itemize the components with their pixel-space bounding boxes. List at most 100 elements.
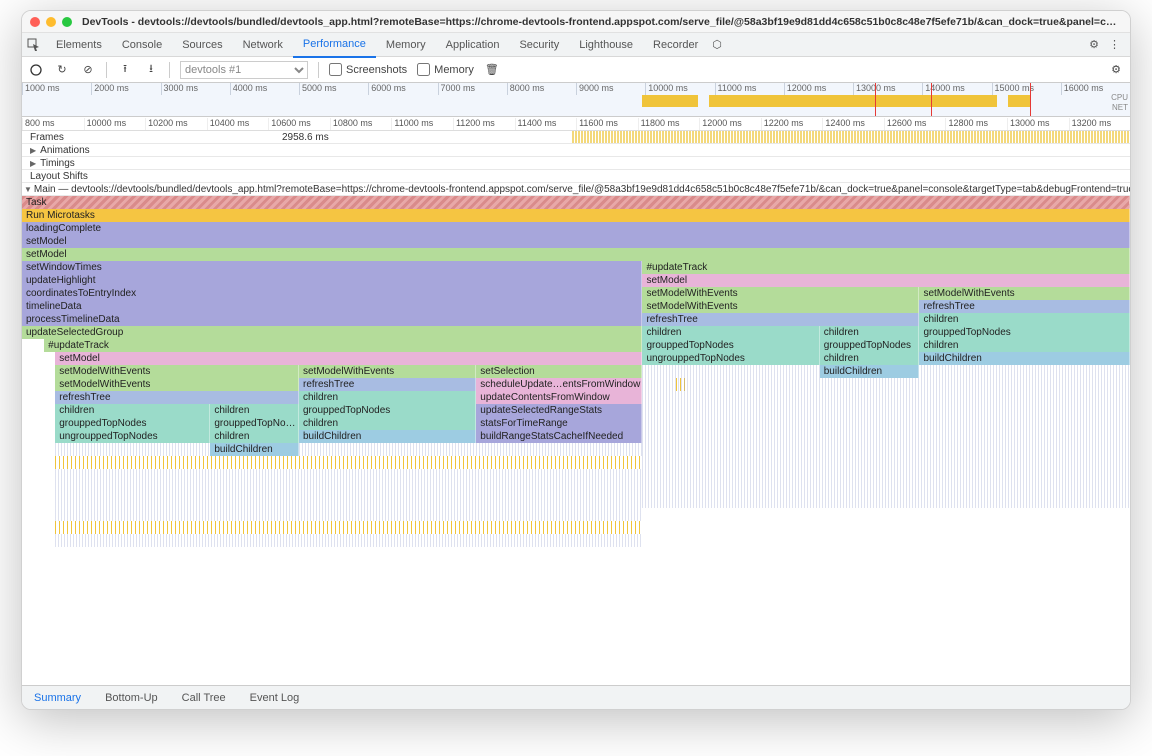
zoom-icon[interactable] xyxy=(62,17,72,27)
flame-refresh-r[interactable]: refreshTree xyxy=(919,300,1130,313)
flame-updateselected[interactable]: updateSelectedGroup xyxy=(22,326,642,339)
flame-buildchildren-r[interactable]: buildChildren xyxy=(919,352,1130,365)
flame-timelinedata[interactable]: timelineData xyxy=(22,300,642,313)
traffic-lights xyxy=(30,17,72,27)
btab-calltree[interactable]: Call Tree xyxy=(170,686,238,710)
flame-refreshtree2[interactable]: refreshTree xyxy=(299,378,476,391)
flame-groupped-r3[interactable]: grouppedTopNodes xyxy=(820,339,920,352)
perf-toolbar: ↻ ⊘ ⭱ ⭳ devtools #1 Screenshots Memory 🗑… xyxy=(22,57,1130,83)
flame-setmodel3[interactable]: setModel xyxy=(55,352,642,365)
tab-recorder-badge[interactable]: ⬡ xyxy=(708,33,726,57)
flame-setmodel-r[interactable]: setModel xyxy=(642,274,1130,287)
flame-microtasks[interactable]: Run Microtasks xyxy=(22,209,1130,222)
flame-children-r4[interactable]: children xyxy=(919,339,1130,352)
close-icon[interactable] xyxy=(30,17,40,27)
load-icon[interactable]: ⭱ xyxy=(117,62,133,78)
record-icon[interactable] xyxy=(28,62,44,78)
memory-checkbox[interactable]: Memory xyxy=(417,63,474,76)
tab-console[interactable]: Console xyxy=(112,33,172,57)
flame-groupped-r[interactable]: grouppedTopNodes xyxy=(919,326,1130,339)
screenshots-checkbox[interactable]: Screenshots xyxy=(329,63,407,76)
minimize-icon[interactable] xyxy=(46,17,56,27)
panel-tabbar: Elements Console Sources Network Perform… xyxy=(22,33,1130,57)
net-label: NET xyxy=(1111,103,1128,113)
inspect-element-icon[interactable] xyxy=(22,38,46,52)
reload-icon[interactable]: ↻ xyxy=(54,62,70,78)
flame-smwe3[interactable]: setModelWithEvents xyxy=(55,378,299,391)
flame-ucfw[interactable]: updateContentsFromWindow xyxy=(476,391,642,404)
more-icon[interactable]: ⋮ xyxy=(1109,38,1120,51)
btab-summary[interactable]: Summary xyxy=(22,686,93,710)
flame-loadingcomplete[interactable]: loadingComplete xyxy=(22,222,1130,235)
flame-updatehighlight[interactable]: updateHighlight xyxy=(22,274,642,287)
flame-updatetrack[interactable]: #updateTrack xyxy=(44,339,642,352)
flame-setselection[interactable]: setSelection xyxy=(476,365,642,378)
flame-children2[interactable]: children xyxy=(299,391,476,404)
tab-security[interactable]: Security xyxy=(509,33,569,57)
panel-settings-icon[interactable]: ⚙ xyxy=(1108,62,1124,78)
flame-smwe-r3[interactable]: setModelWithEvents xyxy=(642,300,919,313)
btab-eventlog[interactable]: Event Log xyxy=(238,686,312,710)
flame-refresh-r2[interactable]: refreshTree xyxy=(642,313,919,326)
tab-recorder[interactable]: Recorder xyxy=(643,33,708,57)
main-thread-header[interactable]: ▼Main — devtools://devtools/bundled/devt… xyxy=(22,183,1130,196)
flame-groupped-r2[interactable]: grouppedTopNodes xyxy=(642,339,819,352)
flame-children3[interactable]: children xyxy=(299,417,476,430)
flame-groupped2[interactable]: grouppedTopNodes xyxy=(299,404,476,417)
flame-setwindowtimes[interactable]: setWindowTimes xyxy=(22,261,642,274)
flame-coords[interactable]: coordinatesToEntryIndex xyxy=(22,287,642,300)
flame-children1c[interactable]: children xyxy=(210,430,299,443)
tab-application[interactable]: Application xyxy=(436,33,510,57)
flame-ungroupped[interactable]: ungrouppedTopNodes xyxy=(55,430,210,443)
flame-buildchildren-r2[interactable]: buildChildren xyxy=(820,365,920,378)
flame-groupped1b[interactable]: grouppedTopNodes xyxy=(210,417,299,430)
flame-sftr[interactable]: statsForTimeRange xyxy=(476,417,642,430)
tab-memory[interactable]: Memory xyxy=(376,33,436,57)
flame-children[interactable]: children xyxy=(55,404,210,417)
flame-updatetrack-r[interactable]: #updateTrack xyxy=(642,261,1130,274)
tab-performance[interactable]: Performance xyxy=(293,32,376,58)
cpu-label: CPU xyxy=(1111,93,1128,103)
flame-children-r[interactable]: children xyxy=(919,313,1130,326)
overview-ruler: 1000 ms2000 ms3000 ms4000 ms 5000 ms6000… xyxy=(22,83,1130,95)
tab-sources[interactable]: Sources xyxy=(172,33,232,57)
session-select[interactable]: devtools #1 xyxy=(180,61,308,79)
timeline-overview[interactable]: 1000 ms2000 ms3000 ms4000 ms 5000 ms6000… xyxy=(22,83,1130,117)
flame-schedule[interactable]: scheduleUpdate…entsFromWindow xyxy=(476,378,642,391)
flame-children-r3[interactable]: children xyxy=(820,326,920,339)
flame-setmodel[interactable]: setModel xyxy=(22,235,1130,248)
flame-buildchildren2[interactable]: buildChildren xyxy=(299,430,476,443)
flame-setmodel2[interactable]: setModel xyxy=(22,248,1130,261)
flame-process[interactable]: processTimelineData xyxy=(22,313,642,326)
flame-usrs[interactable]: updateSelectedRangeStats xyxy=(476,404,642,417)
flame-ungroupped-r[interactable]: ungrouppedTopNodes xyxy=(642,352,819,365)
tab-lighthouse[interactable]: Lighthouse xyxy=(569,33,643,57)
devtools-window: DevTools - devtools://devtools/bundled/d… xyxy=(21,10,1131,710)
settings-icon[interactable]: ⚙ xyxy=(1089,38,1099,51)
detail-ruler[interactable]: 800 ms10000 ms10200 ms10400 ms 10600 ms1… xyxy=(22,117,1130,131)
save-icon[interactable]: ⭳ xyxy=(143,62,159,78)
gc-icon[interactable]: 🗑 xyxy=(484,62,500,78)
flame-groupped[interactable]: grouppedTopNodes xyxy=(55,417,210,430)
layout-shifts-track[interactable]: Layout Shifts xyxy=(22,170,1130,183)
flame-chart[interactable]: Task Run Microtasks loadingComplete setM… xyxy=(22,196,1130,547)
flame-task[interactable]: Task xyxy=(22,196,1130,209)
flame-brscin[interactable]: buildRangeStatsCacheIfNeeded xyxy=(476,430,642,443)
frames-track[interactable]: Frames 2958.6 ms xyxy=(22,131,1130,144)
btab-bottomup[interactable]: Bottom-Up xyxy=(93,686,170,710)
flame-smwe-r2[interactable]: setModelWithEvents xyxy=(919,287,1130,300)
flame-smwe-r1[interactable]: setModelWithEvents xyxy=(642,287,919,300)
clear-icon[interactable]: ⊘ xyxy=(80,62,96,78)
flame-buildchildren[interactable]: buildChildren xyxy=(210,443,299,456)
flame-refreshtree[interactable]: refreshTree xyxy=(55,391,299,404)
flame-children1b[interactable]: children xyxy=(210,404,299,417)
flame-children-r2[interactable]: children xyxy=(642,326,819,339)
flame-smwe2[interactable]: setModelWithEvents xyxy=(299,365,476,378)
tab-elements[interactable]: Elements xyxy=(46,33,112,57)
timings-track[interactable]: ▶Timings xyxy=(22,157,1130,170)
tab-network[interactable]: Network xyxy=(233,33,293,57)
animations-track[interactable]: ▶Animations xyxy=(22,144,1130,157)
flame-smwe1[interactable]: setModelWithEvents xyxy=(55,365,299,378)
flame-children-r5[interactable]: children xyxy=(820,352,920,365)
titlebar: DevTools - devtools://devtools/bundled/d… xyxy=(22,11,1130,33)
